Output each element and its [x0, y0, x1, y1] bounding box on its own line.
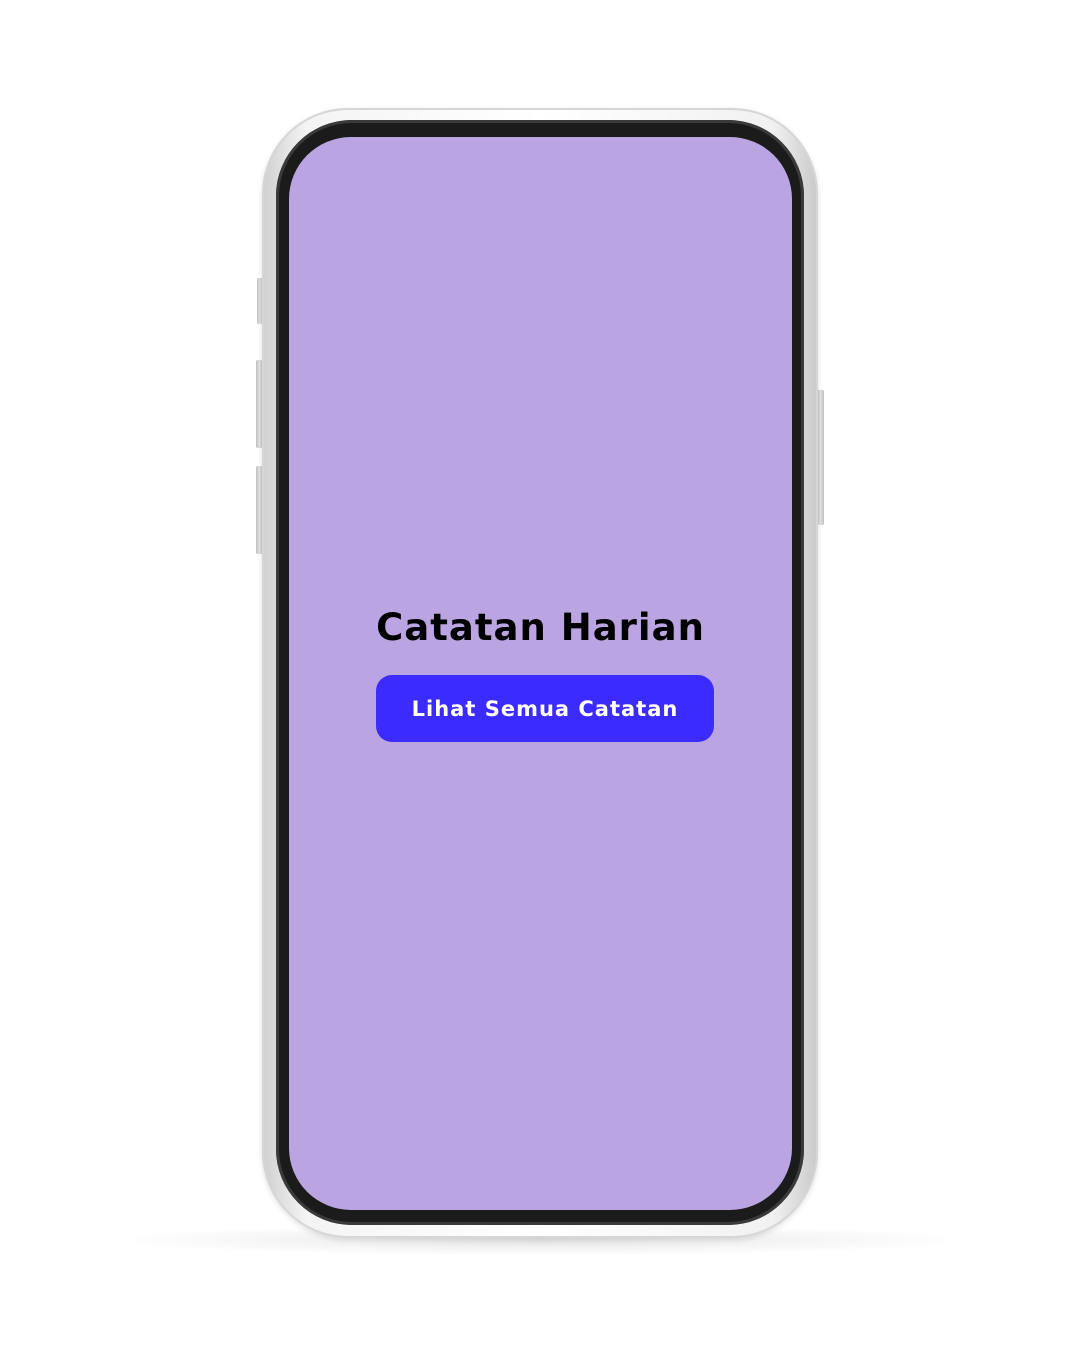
view-all-notes-button[interactable]: Lihat Semua Catatan	[376, 675, 714, 742]
mockup-stage: Catatan Harian Lihat Semua Catatan	[0, 0, 1080, 1350]
power-button	[817, 390, 824, 525]
app-screen	[289, 137, 792, 1210]
page-title: Catatan Harian	[376, 606, 705, 649]
